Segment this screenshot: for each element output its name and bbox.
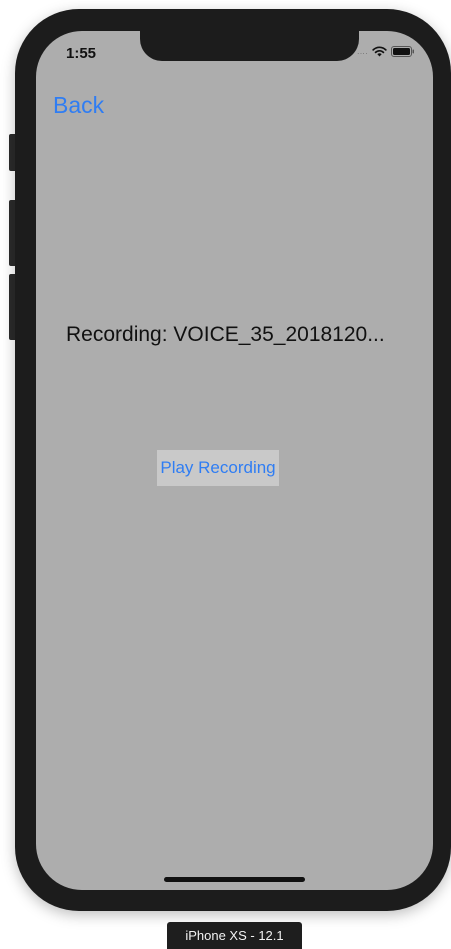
status-icons: .... <box>357 46 415 57</box>
battery-icon <box>391 46 415 57</box>
recording-label: Recording: VOICE_35_2018120... <box>66 323 385 346</box>
status-time: 1:55 <box>66 45 97 62</box>
notch <box>140 31 359 61</box>
home-indicator[interactable] <box>164 877 305 882</box>
device-frame: 1:55 .... Back Recording: VOICE_35_20181… <box>15 9 451 911</box>
back-button[interactable]: Back <box>53 92 104 119</box>
simulator-device-label: iPhone XS - 12.1 <box>167 922 302 949</box>
signal-dots: .... <box>357 47 368 56</box>
app-screen: 1:55 .... Back Recording: VOICE_35_20181… <box>36 31 433 890</box>
play-recording-button[interactable]: Play Recording <box>157 450 279 486</box>
wifi-icon <box>372 46 387 57</box>
